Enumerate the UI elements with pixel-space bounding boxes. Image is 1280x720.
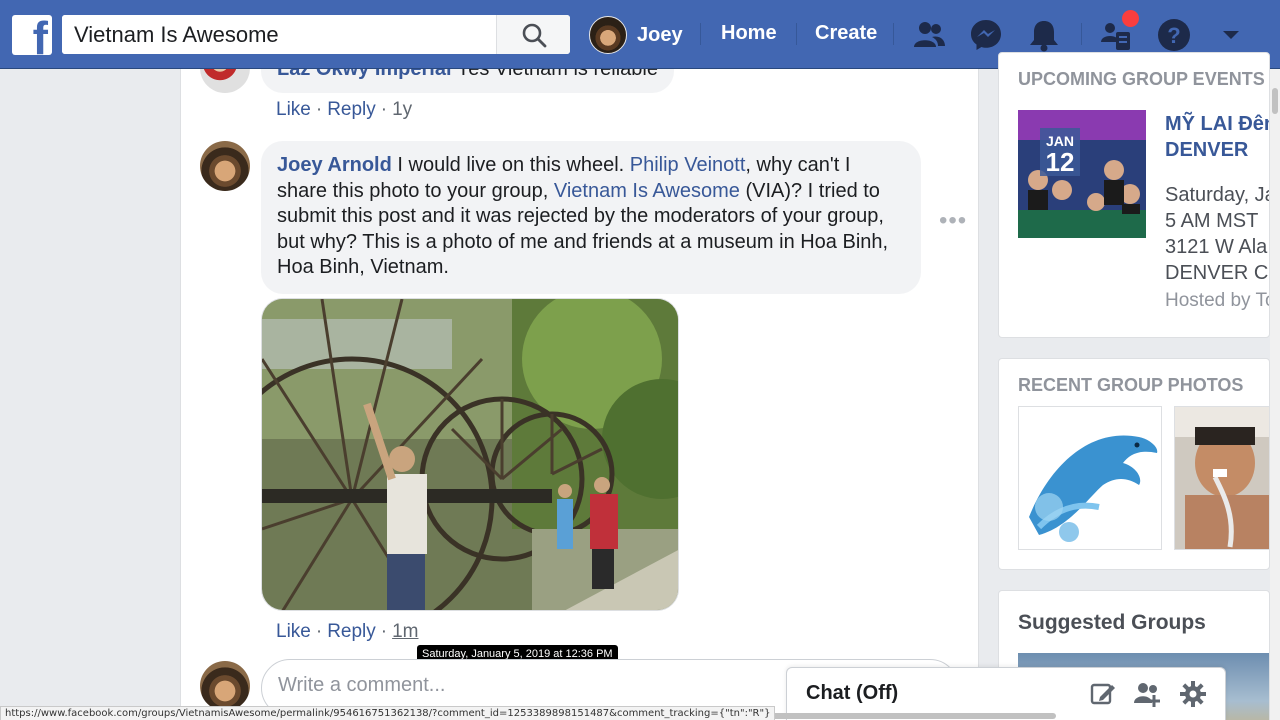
- comment-options-more-icon[interactable]: •••: [939, 207, 967, 235]
- search-icon: [522, 23, 546, 47]
- notification-badge: [1122, 10, 1139, 27]
- reply-link[interactable]: Reply: [327, 621, 376, 642]
- mention-link[interactable]: Philip Veinott: [630, 154, 746, 176]
- event-city: DENVER C: [1165, 262, 1269, 284]
- messenger-icon[interactable]: [968, 17, 1004, 53]
- post-comments-card: Laz Okwy Imperial Yes Vietnam is reliabl…: [180, 69, 979, 720]
- photos-heading: RECENT GROUP PHOTOS: [1018, 375, 1244, 395]
- separator-dot: ·: [380, 99, 388, 120]
- nav-divider: [1081, 23, 1082, 45]
- event-address: 3121 W Ala: [1165, 236, 1268, 258]
- event-day: 12: [1046, 147, 1075, 177]
- friend-requests-icon[interactable]: [911, 17, 947, 53]
- nav-divider: [893, 23, 894, 45]
- comment-author-link[interactable]: Laz Okwy Imperial: [277, 69, 452, 80]
- separator-dot: ·: [315, 99, 323, 120]
- upcoming-events-card: UPCOMING GROUP EVENTS JAN 12 MỸ LAI Đêm …: [998, 52, 1270, 338]
- profile-name: Joey: [637, 23, 683, 46]
- search-box: [62, 15, 570, 54]
- avatar: [589, 16, 627, 54]
- avatar: [200, 661, 250, 711]
- separator-dot: ·: [315, 621, 323, 642]
- separator-dot: ·: [380, 621, 388, 642]
- like-link[interactable]: Like: [276, 621, 311, 642]
- event-time: 5 AM MST: [1165, 210, 1259, 232]
- comment-timestamp[interactable]: 1m: [392, 621, 418, 642]
- event-host: Hosted by To: [1165, 290, 1270, 311]
- create-link[interactable]: Create: [815, 22, 877, 45]
- notifications-bell-icon[interactable]: [1026, 17, 1062, 53]
- group-mention-link[interactable]: Vietnam Is Awesome: [554, 180, 740, 202]
- comment-actions: Like · Reply · 1m: [276, 621, 419, 643]
- avatar[interactable]: [200, 69, 250, 93]
- group-photo-hospital[interactable]: [1174, 406, 1269, 550]
- chat-settings-gear-icon[interactable]: [1178, 679, 1208, 709]
- comment-text: Yes Vietnam is reliable: [456, 69, 658, 80]
- event-title-line: MỸ LAI Đêm: [1165, 113, 1269, 135]
- reply-link[interactable]: Reply: [327, 99, 376, 120]
- vertical-scrollbar[interactable]: [1270, 69, 1280, 720]
- comment-actions: Like · Reply · 1y: [276, 99, 412, 121]
- help-icon[interactable]: ?: [1156, 17, 1192, 53]
- events-heading: UPCOMING GROUP EVENTS: [1018, 69, 1265, 89]
- search-button[interactable]: [496, 15, 570, 54]
- comment-text: I would live on this wheel.: [397, 154, 625, 176]
- home-link[interactable]: Home: [721, 22, 777, 45]
- avatar[interactable]: [200, 141, 250, 191]
- event-date: Saturday, Ja: [1165, 184, 1270, 206]
- profile-link[interactable]: Joey: [589, 15, 683, 55]
- new-message-compose-icon[interactable]: [1088, 679, 1118, 709]
- svg-text:?: ?: [1167, 23, 1180, 48]
- chat-status-label: Chat (Off): [806, 682, 899, 704]
- search-input[interactable]: [62, 15, 496, 54]
- write-comment-input[interactable]: [278, 674, 778, 697]
- event-title-line: DENVER: [1165, 139, 1249, 161]
- water-wheels-photo: [262, 299, 678, 610]
- nav-divider: [700, 23, 701, 45]
- browser-status-url: https://www.facebook.com/groups/Vietnami…: [0, 706, 776, 720]
- event-thumbnail[interactable]: JAN 12: [1018, 110, 1146, 238]
- comment-timestamp[interactable]: 1y: [392, 99, 412, 120]
- nav-divider: [796, 23, 797, 45]
- group-photo-dolphin[interactable]: [1018, 406, 1162, 550]
- scrollbar-thumb[interactable]: [1272, 88, 1278, 114]
- comment-author-link[interactable]: Joey Arnold: [277, 154, 392, 176]
- event-title-link[interactable]: MỸ LAI Đêm DENVER: [1165, 111, 1269, 163]
- comment-bubble: Joey Arnold I would live on this wheel. …: [261, 141, 921, 294]
- comment-photo[interactable]: [261, 298, 679, 611]
- suggested-groups-heading: Suggested Groups: [1018, 611, 1206, 634]
- like-link[interactable]: Like: [276, 99, 311, 120]
- comment-bubble: Laz Okwy Imperial Yes Vietnam is reliabl…: [261, 69, 674, 93]
- facebook-logo-icon[interactable]: f: [12, 15, 52, 61]
- create-group-chat-icon[interactable]: [1133, 679, 1163, 709]
- account-menu-chevron-down-icon[interactable]: [1213, 17, 1249, 53]
- recent-photos-card: RECENT GROUP PHOTOS: [998, 358, 1270, 570]
